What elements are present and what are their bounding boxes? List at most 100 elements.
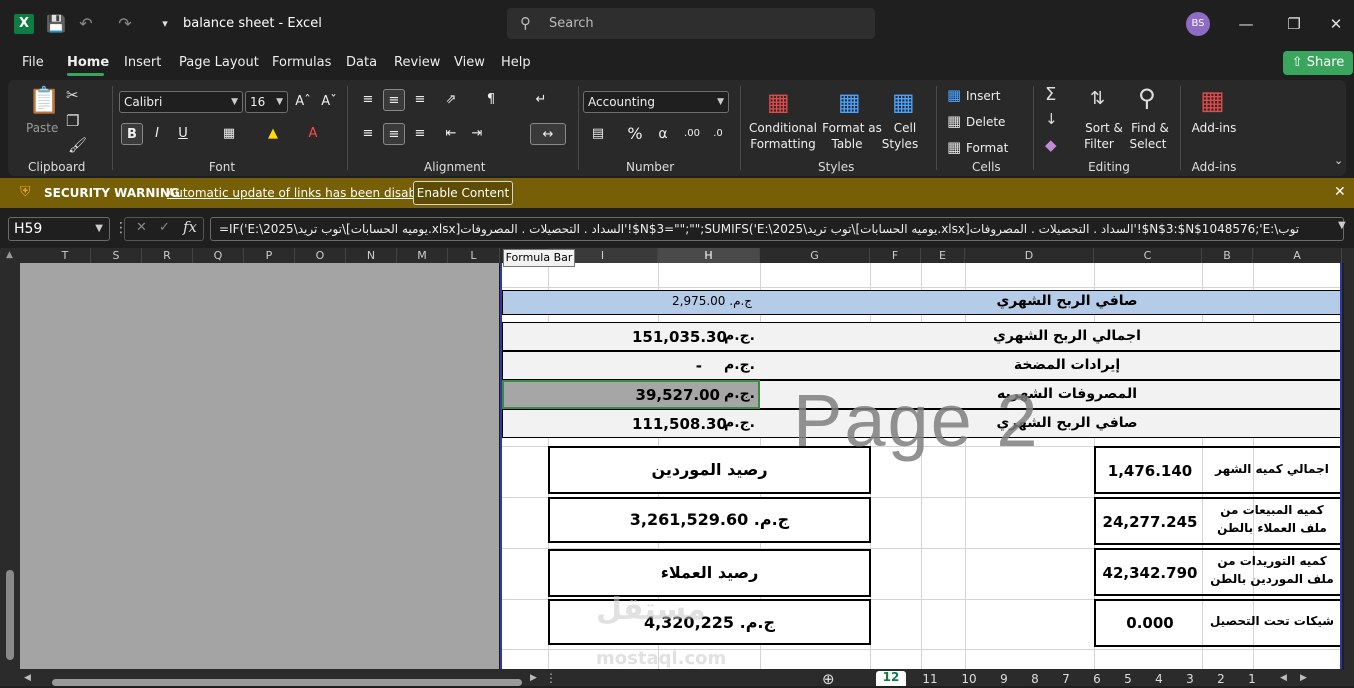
font-name-select[interactable]: Calibri ▼ [119,91,243,113]
increase-indent-icon[interactable]: ⇥ [466,123,488,145]
sheet-tab[interactable]: 4 [1144,673,1174,686]
column-header[interactable]: P [244,248,295,263]
column-header[interactable]: R [142,248,193,263]
tab-scroll-right-icon[interactable]: ▶ [1300,673,1307,683]
column-header[interactable]: H [658,248,760,263]
cell-styles-icon[interactable]: ▦ [892,88,915,116]
tab-file[interactable]: File [22,55,44,70]
qat-dropdown-icon[interactable]: ▾ [155,14,175,34]
expand-formula-icon[interactable]: ▼ [1338,220,1346,231]
column-header[interactable]: N [346,248,397,263]
share-button[interactable]: ⇧ Share [1283,51,1353,75]
column-header[interactable]: F [870,248,921,263]
merge-center-icon[interactable]: ↔ [530,123,566,145]
decrease-decimal-icon[interactable]: .0 [707,123,729,145]
format-painter-icon[interactable]: 🖌 [68,136,87,154]
column-header[interactable]: A [1253,248,1342,263]
format-as-table-label[interactable]: Format as [822,120,882,136]
redo-icon[interactable]: ↷ [115,14,135,34]
more-tabs-icon[interactable]: ⋮ [545,671,557,685]
conditional-formatting-icon[interactable]: ▦ [767,88,790,116]
new-sheet-icon[interactable]: ⊕ [822,670,835,688]
format-cells-label[interactable]: Format [966,140,1008,156]
format-as-table-icon[interactable]: ▦ [838,88,861,116]
align-right-icon[interactable]: ≡ [409,123,431,145]
conditional-formatting-label[interactable]: Conditional [748,120,818,136]
delete-cells-icon[interactable]: ▦ [947,112,961,130]
tab-help[interactable]: Help [501,55,531,70]
column-header[interactable]: G [760,248,870,263]
italic-button[interactable]: I [146,123,168,145]
undo-icon[interactable]: ↶ [76,14,96,34]
restore-icon[interactable]: ❐ [1284,14,1304,34]
decrease-indent-icon[interactable]: ⇤ [440,123,462,145]
column-header[interactable]: D [965,248,1094,263]
avatar[interactable]: BS [1186,12,1210,36]
page-break-gray-area[interactable] [20,263,499,669]
cell-styles-label-2[interactable]: Styles [880,136,920,152]
number-format-select[interactable]: Accounting ▼ [583,91,729,113]
column-header[interactable]: M [397,248,448,263]
rtl-icon[interactable]: ¶ [480,89,502,111]
conditional-formatting-label-2[interactable]: Formatting [748,136,818,152]
align-left-icon[interactable]: ≡ [357,123,379,145]
sheet-tab[interactable]: 12 [876,671,906,686]
fill-icon[interactable]: ↓ [1045,110,1058,128]
sheet-tab[interactable]: 10 [954,673,984,686]
close-warning-icon[interactable]: ✕ [1334,184,1346,200]
tab-page-layout[interactable]: Page Layout [179,55,259,70]
save-icon[interactable]: 💾 [46,14,66,34]
paste-icon[interactable]: 📋 [28,86,60,116]
tab-scroll-left-icon[interactable]: ◀ [1280,673,1287,683]
accounting-format-icon[interactable]: ▤ [587,123,609,145]
column-header[interactable]: B [1202,248,1253,263]
minimize-icon[interactable]: — [1236,14,1256,34]
add-ins-icon[interactable]: ▦ [1200,86,1225,116]
clear-icon[interactable]: ◆ [1045,136,1057,154]
find-select-icon[interactable]: ⚲ [1138,84,1156,112]
delete-cells-label[interactable]: Delete [966,114,1005,130]
sort-filter-icon[interactable]: ⇅ [1090,88,1105,109]
sheet-tab[interactable]: 7 [1051,673,1081,686]
collapse-ribbon-icon[interactable]: ⌄ [1334,154,1343,167]
scroll-up-icon[interactable]: ▲ [6,250,13,260]
sheet-tab[interactable]: 3 [1175,673,1205,686]
tab-data[interactable]: Data [346,55,377,70]
cell-styles-label[interactable]: Cell [888,120,922,136]
sort-filter-label-2[interactable]: Filter [1082,136,1116,152]
column-header[interactable]: Q [193,248,244,263]
sort-filter-label[interactable]: Sort & [1084,120,1124,136]
sheet-tab[interactable]: 6 [1082,673,1112,686]
copy-icon[interactable]: ❐ [66,112,79,130]
tab-review[interactable]: Review [394,55,440,70]
enter-icon[interactable]: ✓ [159,220,170,235]
column-header[interactable]: C [1094,248,1202,263]
close-icon[interactable]: ✕ [1326,14,1346,34]
name-box[interactable]: H59 ▼ [8,217,110,241]
wrap-text-icon[interactable]: ↵ [530,89,552,111]
cancel-icon[interactable]: ✕ [136,220,147,235]
tab-insert[interactable]: Insert [124,55,161,70]
comma-style-icon[interactable]: ⍺ [652,123,674,145]
increase-decimal-icon[interactable]: .00 [681,123,703,145]
insert-function-icon[interactable]: fx [183,218,197,236]
horizontal-scroll-thumb[interactable] [52,679,522,686]
align-top-icon[interactable]: ≡ [357,89,379,111]
column-header[interactable]: S [91,248,142,263]
enable-content-button[interactable]: Enable Content [413,181,513,205]
sheet-tab[interactable]: 5 [1113,673,1143,686]
percent-icon[interactable]: % [624,123,646,145]
paste-label[interactable]: Paste [26,120,58,136]
autosum-icon[interactable]: Σ [1045,84,1056,105]
scroll-right-icon[interactable]: ▶ [530,673,537,683]
sheet-tab[interactable]: 11 [915,673,945,686]
add-ins-label[interactable]: Add-ins [1190,120,1238,136]
selected-cell[interactable] [502,380,760,409]
tab-view[interactable]: View [454,55,485,70]
scroll-left-icon[interactable]: ◀ [24,673,31,683]
sheet-tab[interactable]: 8 [1020,673,1050,686]
find-select-label-2[interactable]: Select [1128,136,1168,152]
font-size-select[interactable]: 16 ▼ [245,91,288,113]
bold-button[interactable]: B [121,123,143,145]
column-header[interactable]: O [295,248,346,263]
